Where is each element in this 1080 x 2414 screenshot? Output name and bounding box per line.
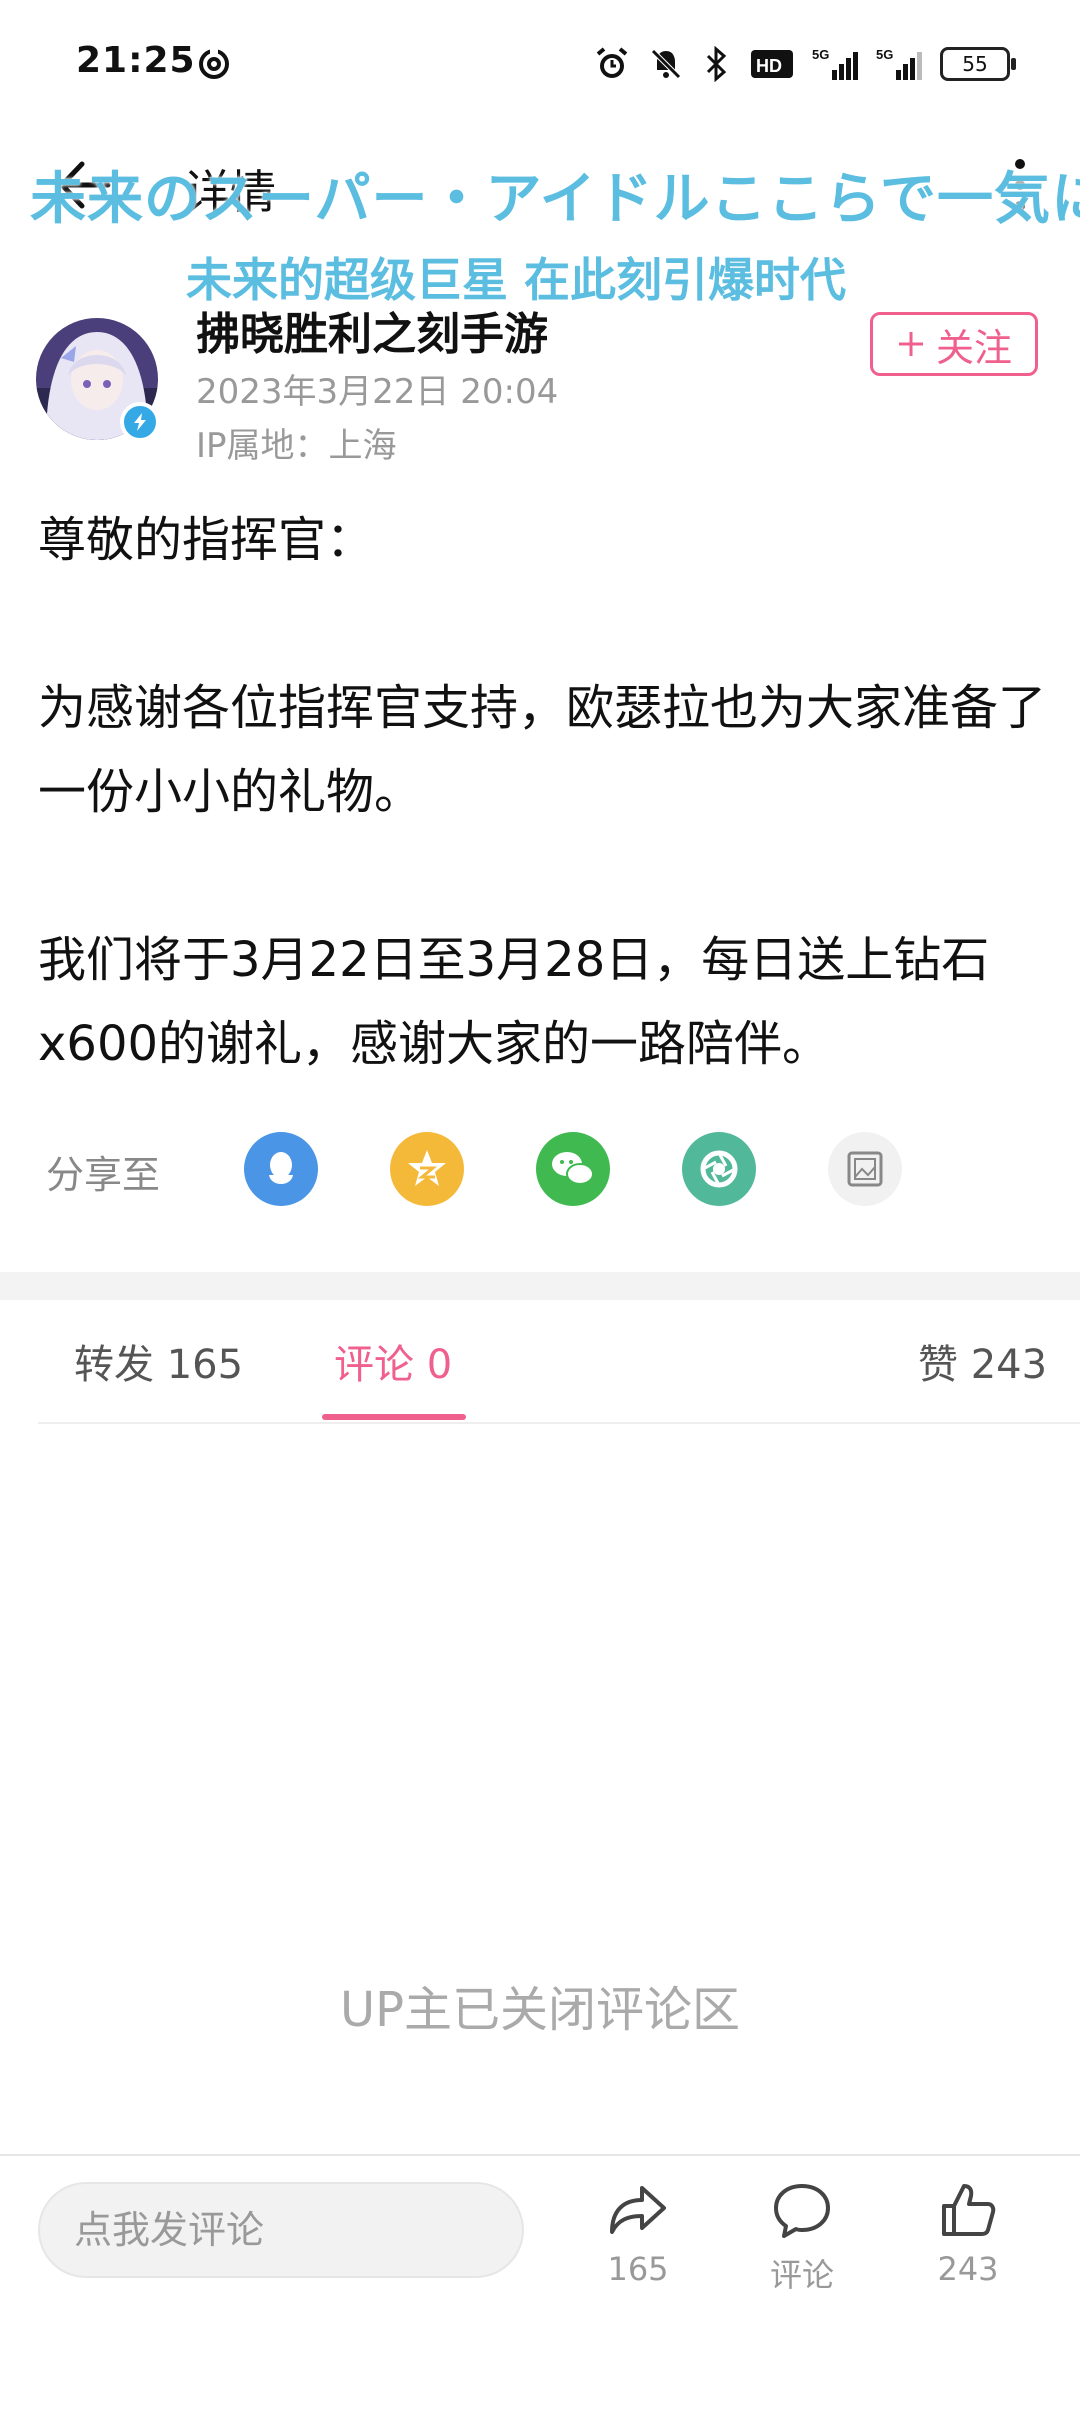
tab-repost[interactable]: 转发 165 — [74, 1332, 243, 1390]
post-blank-line — [38, 834, 1048, 918]
wechat-icon[interactable] — [536, 1132, 610, 1206]
ip-location: IP属地：上海 — [196, 426, 397, 466]
comments-closed-notice: UP主已关闭评论区 — [339, 1982, 741, 2038]
tabs-divider — [38, 1422, 1080, 1424]
share-button[interactable]: 165 — [578, 2180, 698, 2288]
comment-button[interactable]: 评论 — [742, 2180, 862, 2296]
battery-icon: 55 — [940, 47, 1016, 81]
moments-icon[interactable] — [682, 1132, 756, 1206]
plus-icon — [898, 332, 923, 356]
post-line: 尊敬的指挥官： — [38, 512, 375, 568]
svg-text:5G: 5G — [876, 47, 893, 62]
alarm-icon — [596, 47, 628, 78]
like-button[interactable]: 243 — [908, 2180, 1028, 2288]
comment-bubble-icon — [774, 2184, 830, 2238]
thumbs-up-icon — [942, 2184, 996, 2236]
like-count: 243 — [937, 2250, 999, 2288]
bottom-bar-divider — [0, 2154, 1080, 2156]
post-line: 为感谢各位指挥官支持，欧瑟拉也为大家准备了一份小小的礼物。 — [38, 680, 1047, 820]
bluetooth-icon — [706, 46, 727, 82]
post-content: 尊敬的指挥官： 为感谢各位指挥官支持，欧瑟拉也为大家准备了一份小小的礼物。 我们… — [38, 498, 1048, 1086]
tab-comments[interactable]: 评论 0 — [334, 1332, 452, 1390]
post-blank-line — [38, 582, 1048, 666]
follow-button[interactable]: 关注 — [870, 312, 1038, 376]
qq-icon[interactable] — [244, 1132, 318, 1206]
active-tab-indicator — [322, 1414, 466, 1420]
signal-5g-icon: 5G — [812, 47, 858, 80]
status-time: 21:25 — [76, 40, 196, 81]
section-divider — [0, 1272, 1080, 1300]
tab-likes[interactable]: 赞 243 — [918, 1332, 1047, 1390]
share-label: 分享至 — [46, 1153, 161, 1197]
follow-label: 关注 — [935, 325, 1012, 370]
signal-5g-icon: 5G — [876, 47, 922, 80]
sync-icon — [199, 47, 229, 79]
verified-badge-icon — [120, 402, 160, 442]
save-image-icon[interactable] — [828, 1132, 902, 1206]
status-icons: HD 5G 5G 55 — [594, 44, 1016, 84]
svg-text:HD: HD — [756, 56, 782, 76]
svg-text:5G: 5G — [812, 47, 829, 62]
share-arrow-icon — [610, 2186, 666, 2234]
comment-label: 评论 — [769, 2256, 834, 2294]
banner-japanese-text: 未来のスーパー・アイドルここらで一気に — [30, 167, 1080, 232]
qzone-icon[interactable] — [390, 1132, 464, 1206]
post-line: 我们将于3月22日至3月28日，每日送上钻石x600的谢礼，感谢大家的一路陪伴。 — [38, 932, 990, 1072]
mute-icon — [651, 49, 681, 79]
hd-icon: HD — [751, 50, 793, 78]
post-time: 2023年3月22日 20:04 — [196, 372, 559, 412]
comment-input[interactable]: 点我发评论 — [38, 2182, 524, 2278]
author-name[interactable]: 拂晓胜利之刻手游 — [196, 298, 548, 362]
share-count: 165 — [607, 2250, 669, 2288]
